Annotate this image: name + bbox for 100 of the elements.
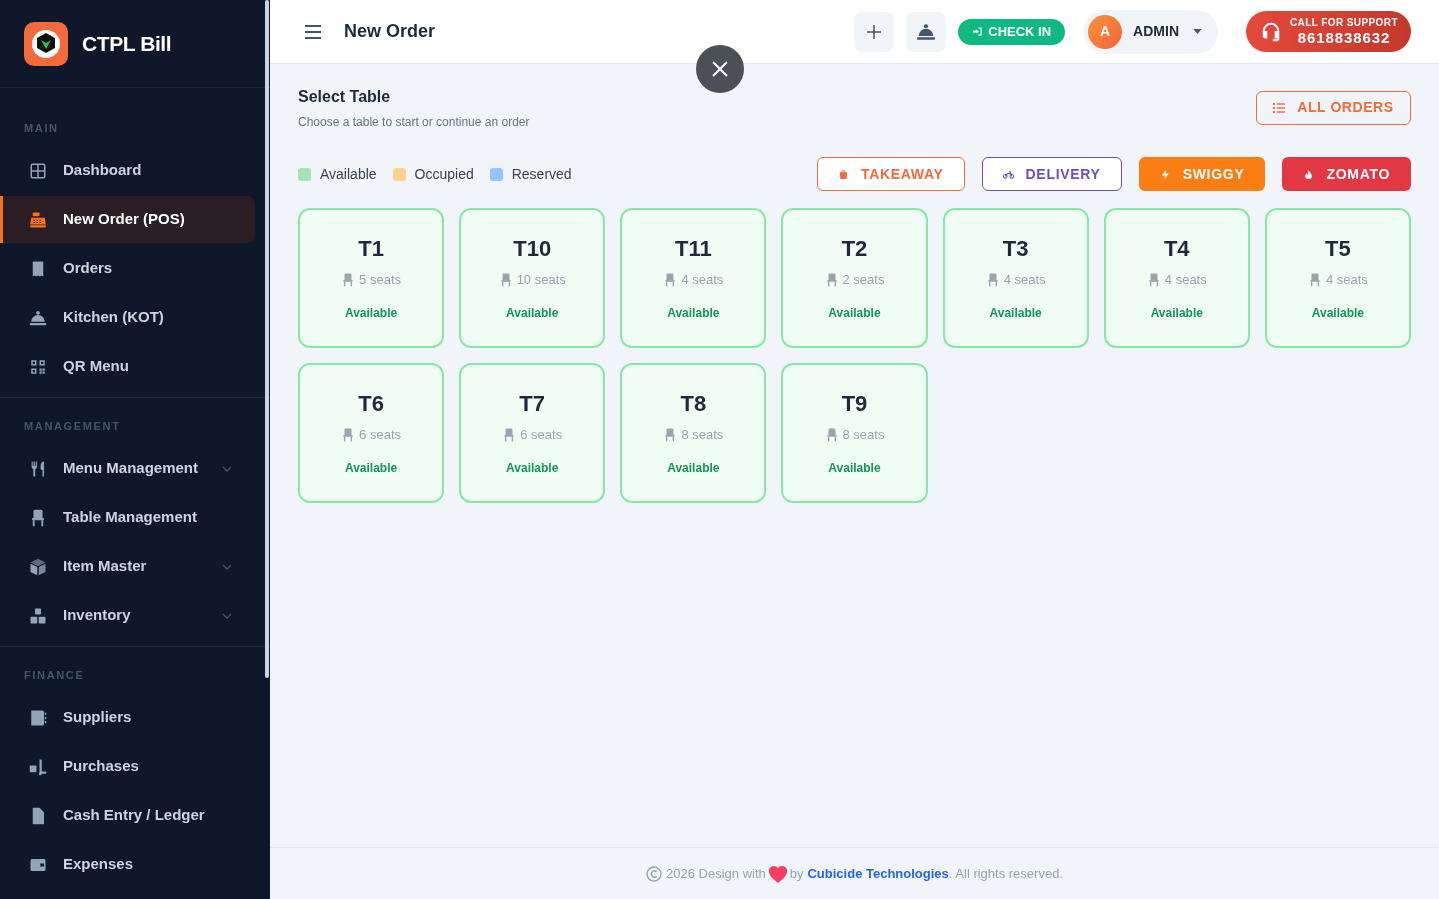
sidebar-item[interactable]: New Order (POS) <box>0 196 255 243</box>
table-card[interactable]: T2 2 seats Available <box>781 208 928 348</box>
company-link[interactable]: Cubicide Technologies <box>807 863 949 884</box>
seat-count: 5 seats <box>359 271 402 289</box>
table-name: T8 <box>680 390 707 418</box>
flame-icon <box>1303 168 1315 180</box>
sidebar-item[interactable]: Menu Management <box>0 445 255 492</box>
table-name: T10 <box>513 235 552 263</box>
kitchen-button[interactable] <box>906 11 947 52</box>
table-status: Available <box>989 305 1042 321</box>
chair-icon <box>824 273 839 287</box>
bag-icon <box>837 168 849 180</box>
headset-icon <box>1260 20 1282 43</box>
sidebar-item[interactable]: Cash Entry / Ledger <box>0 792 255 839</box>
chair-icon <box>1307 273 1322 287</box>
sidebar-item[interactable]: Suppliers <box>0 694 255 741</box>
table-status: Available <box>667 305 720 321</box>
chair-icon <box>341 428 356 442</box>
sign-in-icon <box>972 26 984 37</box>
table-status: Available <box>828 460 881 476</box>
grid-icon <box>29 161 47 180</box>
section-label: MANAGEMENT <box>24 419 121 433</box>
sidebar-item[interactable]: Purchases <box>0 743 255 790</box>
table-card[interactable]: T10 10 seats Available <box>459 208 606 348</box>
table-name: T6 <box>358 390 384 418</box>
table-name: T4 <box>1163 235 1190 263</box>
table-status: Available <box>828 305 881 321</box>
sidebar-item[interactable]: QR Menu <box>0 343 255 390</box>
list-icon <box>1273 102 1286 113</box>
chair-icon <box>985 273 1000 287</box>
legend-label: Available <box>320 164 377 184</box>
sidebar-item[interactable]: Kitchen (KOT) <box>0 294 255 341</box>
table-card[interactable]: T1 5 seats Available <box>298 208 445 348</box>
footer-text: . All rights reserved. <box>948 864 1063 883</box>
plus-icon <box>867 24 882 39</box>
table-name: T11 <box>675 235 712 263</box>
cash-register-icon <box>29 210 47 229</box>
table-status: Available <box>506 460 559 476</box>
seat-count: 8 seats <box>842 426 885 444</box>
seat-count: 10 seats <box>516 271 566 289</box>
chair-icon <box>341 273 356 287</box>
cube-icon <box>29 557 47 576</box>
table-name: T7 <box>519 390 546 418</box>
table-name: T2 <box>841 235 868 263</box>
seat-count: 8 seats <box>681 426 724 444</box>
support-button[interactable]: CALL FOR SUPPORT 8618838632 <box>1246 11 1411 52</box>
table-name: T1 <box>358 235 384 263</box>
menu-icon <box>305 24 321 39</box>
boxes-icon <box>29 606 47 625</box>
close-button[interactable] <box>696 45 744 93</box>
seat-count: 4 seats <box>1003 271 1046 289</box>
table-status: Available <box>1150 305 1203 321</box>
seat-count: 6 seats <box>359 426 402 444</box>
table-card[interactable]: T8 8 seats Available <box>620 363 767 503</box>
table-card[interactable]: T11 4 seats Available <box>620 208 767 348</box>
section-label: FINANCE <box>24 668 85 682</box>
footer-text: by <box>789 864 804 883</box>
close-icon <box>712 61 728 77</box>
sidebar-item[interactable]: Table Management <box>0 494 255 541</box>
chair-icon <box>1146 273 1161 287</box>
order-type-button[interactable]: ZOMATO <box>1282 157 1411 191</box>
chair-icon <box>663 273 678 287</box>
table-card[interactable]: T5 4 seats Available <box>1264 208 1411 348</box>
menu-button[interactable] <box>305 23 321 40</box>
qr-code-icon <box>29 357 47 376</box>
sidebar-item[interactable]: Orders <box>0 245 255 292</box>
sidebar-item[interactable]: Inventory <box>0 592 255 639</box>
avatar: A <box>1088 14 1123 49</box>
chair-icon <box>29 508 47 527</box>
brand-name: CTPL Bill <box>82 30 172 57</box>
table-name: T9 <box>841 390 868 418</box>
section-heading: Select Table <box>298 87 392 107</box>
sidebar-item[interactable]: Expenses <box>0 841 255 888</box>
scrollbar-thumb[interactable] <box>265 0 269 678</box>
utensils-icon <box>29 459 47 478</box>
table-card[interactable]: T7 6 seats Available <box>459 363 606 503</box>
table-card[interactable]: T4 4 seats Available <box>1103 208 1250 348</box>
section-label: MAIN <box>24 121 59 135</box>
table-status: Available <box>1311 305 1365 321</box>
user-menu[interactable]: A ADMIN <box>1083 9 1218 54</box>
notebook-icon <box>29 708 47 727</box>
table-name: T3 <box>1002 235 1029 263</box>
order-type-button[interactable]: DELIVERY <box>981 157 1122 191</box>
sidebar-item[interactable]: Item Master <box>0 543 255 590</box>
chair-icon <box>824 428 839 442</box>
seat-count: 4 seats <box>1325 271 1368 289</box>
seat-count: 4 seats <box>1164 271 1207 289</box>
logo-icon <box>24 21 68 66</box>
table-card[interactable]: T9 8 seats Available <box>781 363 928 503</box>
table-card[interactable]: T6 6 seats Available <box>298 363 445 503</box>
page-title: New Order <box>344 20 436 43</box>
footer-text: 2026 Design with <box>666 864 766 883</box>
hand-truck-icon <box>29 757 47 776</box>
add-button[interactable] <box>854 11 895 52</box>
cloche-icon <box>29 308 47 327</box>
legend-label: Occupied <box>414 164 474 184</box>
sidebar-item[interactable]: Dashboard <box>0 147 255 194</box>
heart-icon <box>767 864 788 883</box>
table-card[interactable]: T3 4 seats Available <box>942 208 1089 348</box>
seat-count: 4 seats <box>681 271 724 289</box>
